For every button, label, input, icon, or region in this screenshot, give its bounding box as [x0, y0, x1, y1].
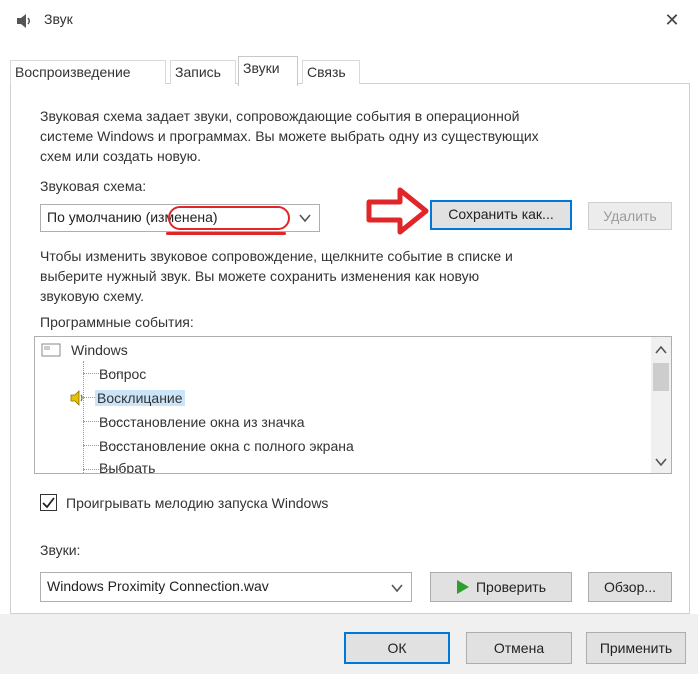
- close-icon[interactable]: ✕: [662, 10, 682, 30]
- tree-guide: [83, 361, 84, 473]
- chevron-down-icon: [391, 581, 403, 593]
- event-item[interactable]: Восстановление окна из значка: [99, 411, 305, 435]
- cancel-button[interactable]: Отмена: [466, 632, 572, 664]
- sound-file-value: Windows Proximity Connection.wav: [47, 578, 269, 594]
- event-item-selected[interactable]: Восклицание: [69, 387, 185, 411]
- ok-button[interactable]: ОК: [344, 632, 450, 664]
- instructions-line-1: Чтобы изменить звуковое сопровождение, щ…: [40, 248, 513, 264]
- instructions-line-2: выберите нужный звук. Вы можете сохранит…: [40, 268, 480, 284]
- test-button[interactable]: Проверить: [430, 572, 572, 602]
- event-item[interactable]: Восстановление окна с полного экрана: [99, 435, 354, 459]
- speaker-icon: [69, 390, 87, 406]
- startup-sound-label: Проигрывать мелодию запуска Windows: [66, 495, 329, 511]
- scheme-description-line-3: схем или создать новую.: [40, 148, 202, 164]
- program-events-list[interactable]: Windows Вопрос Восклицание Восстановлени…: [34, 336, 672, 474]
- tab-communications[interactable]: Связь: [302, 60, 360, 84]
- event-item[interactable]: Выбрать: [99, 457, 155, 473]
- delete-button[interactable]: Удалить: [588, 202, 672, 230]
- tab-strip: Воспроизведение Запись Звуки Связь: [10, 56, 690, 86]
- scheme-description-line-2: системе Windows и программах. Вы можете …: [40, 128, 539, 144]
- scheme-highlight-ring: [168, 206, 290, 230]
- title-bar: Звук ✕: [0, 0, 698, 40]
- program-events-label: Программные события:: [40, 314, 194, 330]
- play-icon: [456, 576, 470, 594]
- scheme-label: Звуковая схема:: [40, 178, 147, 194]
- scheme-description-line-1: Звуковая схема задает звуки, сопровождаю…: [40, 108, 520, 124]
- tab-recording[interactable]: Запись: [170, 60, 236, 84]
- sound-file-dropdown[interactable]: Windows Proximity Connection.wav: [40, 572, 412, 602]
- tab-sounds[interactable]: Звуки: [238, 56, 298, 86]
- scheme-highlight-underline: [166, 232, 286, 235]
- chevron-down-icon[interactable]: [655, 455, 667, 467]
- window-title: Звук: [44, 11, 73, 27]
- startup-sound-checkbox[interactable]: [40, 494, 57, 511]
- scrollbar-thumb[interactable]: [653, 363, 669, 391]
- speaker-icon: [14, 11, 34, 31]
- windows-folder-icon: [41, 341, 61, 357]
- instructions-line-3: звуковую схему.: [40, 288, 145, 304]
- sounds-label: Звуки:: [40, 542, 81, 558]
- apply-button[interactable]: Применить: [586, 632, 686, 664]
- red-arrow-icon: [366, 187, 429, 235]
- tab-playback[interactable]: Воспроизведение: [10, 60, 166, 84]
- list-scrollbar[interactable]: [651, 337, 671, 473]
- chevron-down-icon: [299, 211, 311, 223]
- chevron-up-icon[interactable]: [655, 343, 667, 355]
- tree-root-windows[interactable]: Windows: [41, 339, 128, 363]
- event-item[interactable]: Вопрос: [99, 363, 146, 387]
- save-as-button[interactable]: Сохранить как...: [430, 200, 572, 230]
- browse-button[interactable]: Обзор...: [588, 572, 672, 602]
- sound-dialog: Звук ✕ Воспроизведение Запись Звуки Связ…: [0, 0, 698, 674]
- checkmark-icon: [42, 497, 55, 509]
- dialog-footer: ОК Отмена Применить: [0, 614, 698, 674]
